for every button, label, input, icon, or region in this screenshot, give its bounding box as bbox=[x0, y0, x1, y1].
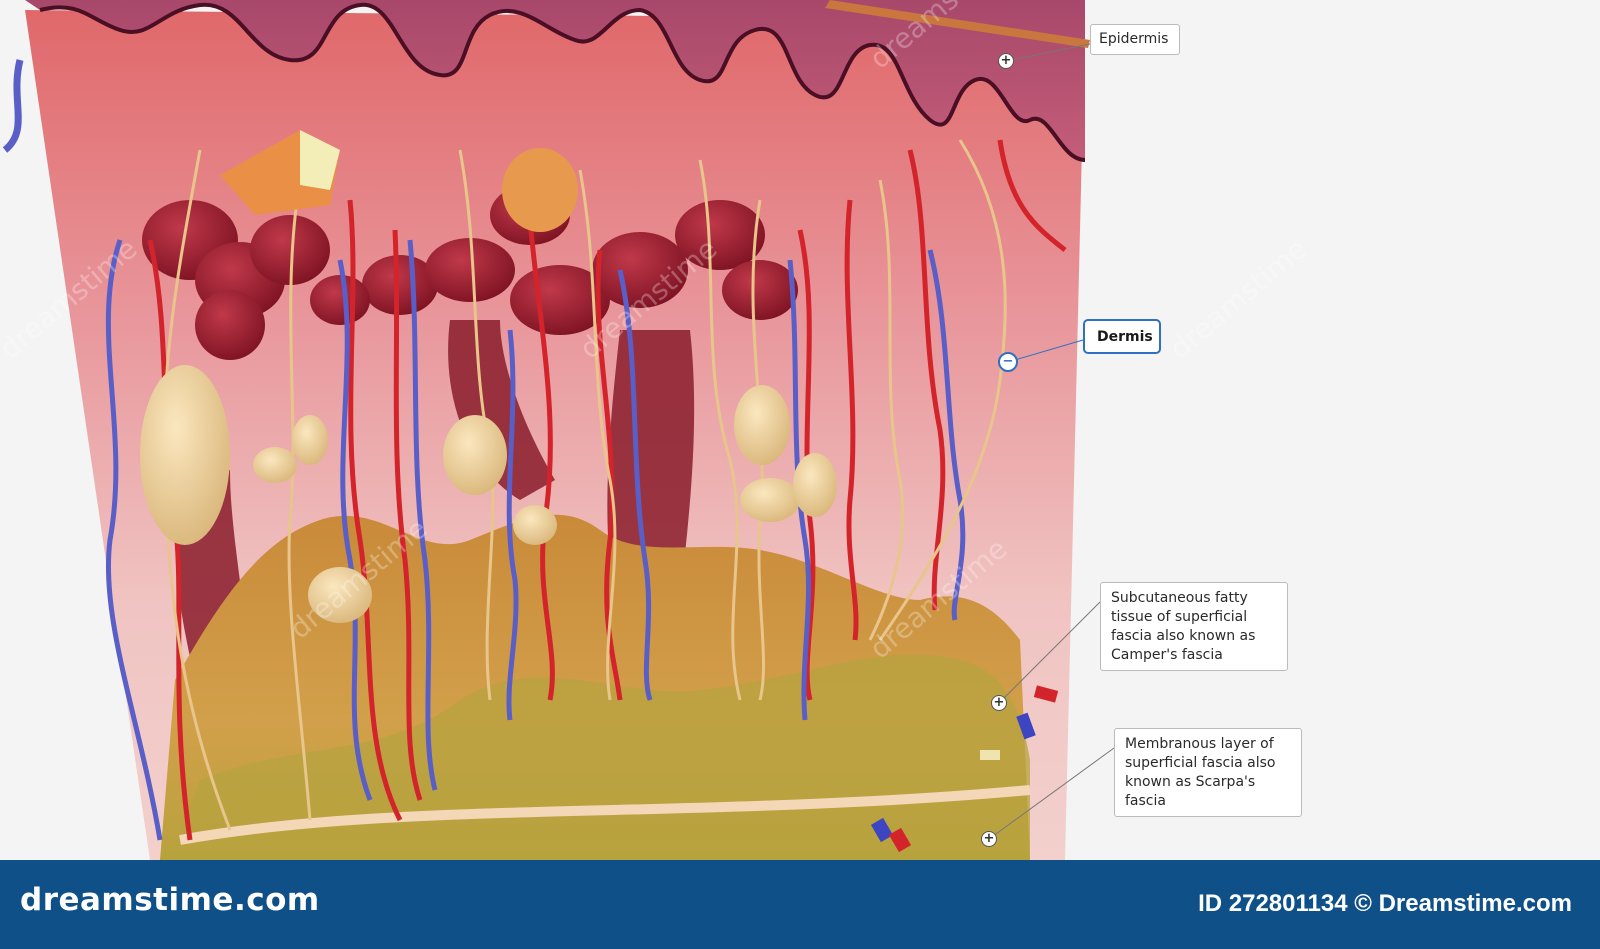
epidermis-label-text: Epidermis bbox=[1099, 31, 1169, 47]
epidermis-label[interactable]: Epidermis bbox=[1090, 24, 1180, 55]
scarpas-label-line: superficial fascia also bbox=[1125, 755, 1276, 771]
stock-footer-bar: dreamstime.com ID 272801134 © Dreamstime… bbox=[0, 860, 1600, 949]
expand-scarpas-fascia-marker[interactable]: + bbox=[981, 831, 997, 847]
stock-id-text: ID 272801134 © Dreamstime.com bbox=[1198, 890, 1572, 917]
campers-label-line: Camper's fascia bbox=[1111, 647, 1223, 663]
expand-epidermis-marker[interactable]: + bbox=[998, 53, 1014, 69]
watermark-text-5: dreamstime bbox=[1163, 232, 1313, 365]
dermis-label-text: Dermis bbox=[1097, 329, 1153, 345]
scarpas-label-line: Membranous layer of bbox=[1125, 736, 1274, 752]
campers-label-line: fascia also known as bbox=[1111, 628, 1256, 644]
scarpas-label-line: known as Scarpa's bbox=[1125, 774, 1256, 790]
collapse-dermis-marker[interactable]: − bbox=[998, 352, 1018, 372]
scarpas-fascia-label[interactable]: Membranous layer of superficial fascia a… bbox=[1114, 728, 1302, 817]
campers-fascia-label[interactable]: Subcutaneous fatty tissue of superficial… bbox=[1100, 582, 1288, 671]
skin-cross-section-illustration: dreamstime dreamstime dreamstime dreamst… bbox=[0, 0, 1313, 860]
scarpas-label-line: fascia bbox=[1125, 793, 1166, 809]
brand-logo[interactable]: dreamstime.com bbox=[20, 882, 320, 918]
campers-label-line: Subcutaneous fatty bbox=[1111, 590, 1248, 606]
dermis-label[interactable]: Dermis bbox=[1083, 319, 1161, 354]
campers-label-line: tissue of superficial bbox=[1111, 609, 1248, 625]
expand-campers-fascia-marker[interactable]: + bbox=[991, 695, 1007, 711]
